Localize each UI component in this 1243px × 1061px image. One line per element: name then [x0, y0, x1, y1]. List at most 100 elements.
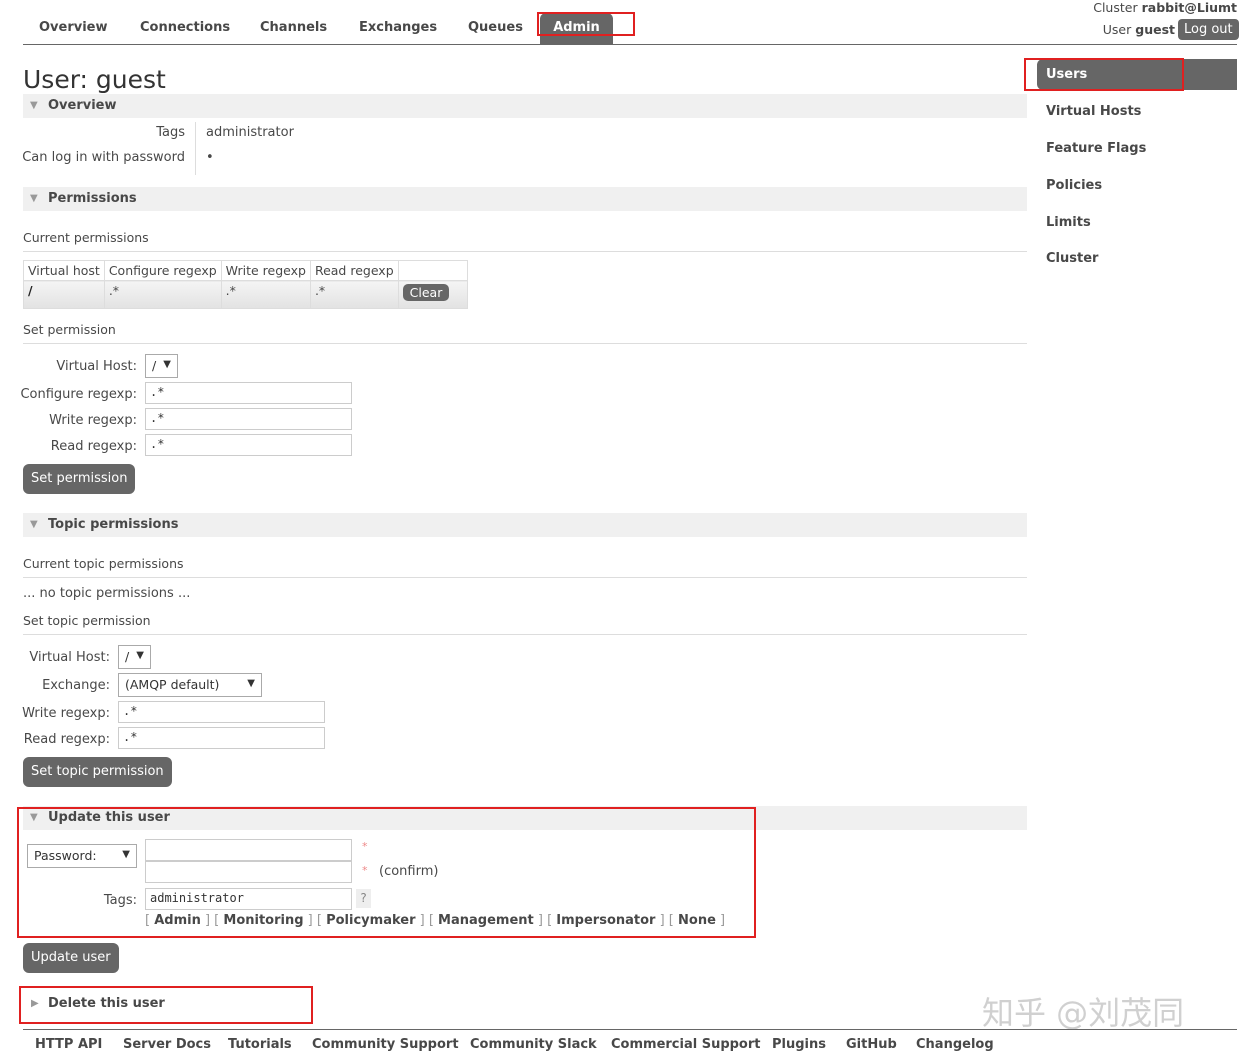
permissions-section-header[interactable]: ▼ Permissions: [23, 187, 1027, 211]
tab-queues[interactable]: Queues: [468, 20, 523, 35]
section-title: Permissions: [48, 191, 137, 206]
cell-vhost: /: [23, 280, 105, 309]
password-confirm-input[interactable]: [145, 861, 352, 883]
no-topic-permissions: ... no topic permissions ...: [23, 586, 191, 601]
watermark: 知乎 @刘茂同: [982, 994, 1185, 1032]
title-user: guest: [95, 65, 166, 94]
nav-divider: [23, 44, 1237, 45]
set-permission-button[interactable]: Set permission: [23, 464, 136, 494]
cell-write: .*: [220, 280, 311, 309]
topic-write-label: Write regexp:: [22, 706, 110, 721]
set-topic-permission-button[interactable]: Set topic permission: [23, 757, 172, 787]
password-select[interactable]: Password: ▼: [27, 844, 137, 868]
topic-vhost-select[interactable]: / ▼: [118, 645, 151, 669]
topic-section-header[interactable]: ▼ Topic permissions: [23, 513, 1027, 537]
topic-vhost-value: /: [125, 649, 130, 664]
triangle-right-icon: ▶: [31, 998, 39, 1009]
section-title: Topic permissions: [48, 517, 179, 532]
caret-down-icon: ▼: [122, 849, 130, 860]
required-mark: *: [362, 864, 368, 877]
triangle-down-icon: ▼: [30, 519, 38, 530]
write-label: Write regexp:: [49, 413, 137, 428]
col-read: Read regexp: [309, 260, 399, 281]
update-user-button[interactable]: Update user: [23, 943, 119, 973]
cluster-name: rabbit@Liumt: [1141, 0, 1237, 15]
exchange-select[interactable]: (AMQP default) ▼: [118, 673, 262, 697]
footer-http-api[interactable]: HTTP API: [35, 1037, 102, 1052]
tag-none[interactable]: None: [678, 913, 716, 928]
required-mark: *: [362, 840, 368, 853]
footer-plugins[interactable]: Plugins: [772, 1037, 826, 1052]
update-section-header[interactable]: ▼ Update this user: [23, 806, 1027, 830]
triangle-down-icon: ▼: [30, 100, 38, 111]
read-label: Read regexp:: [50, 439, 137, 454]
tags-label: Tags: [156, 125, 185, 140]
exchange-value: (AMQP default): [125, 677, 220, 692]
tags-value: administrator: [206, 125, 294, 140]
triangle-down-icon: ▼: [30, 812, 38, 823]
sidebar-item-policies[interactable]: Policies: [1046, 178, 1102, 193]
vhost-label: Virtual Host:: [56, 359, 137, 374]
configure-input[interactable]: .*: [145, 382, 352, 404]
read-input[interactable]: .*: [145, 434, 352, 456]
set-topic-heading: Set topic permission: [23, 613, 1027, 635]
tab-admin[interactable]: Admin: [540, 13, 613, 45]
tag-impersonator[interactable]: Impersonator: [556, 913, 655, 928]
help-icon[interactable]: ?: [356, 889, 371, 908]
topic-vhost-label: Virtual Host:: [29, 650, 110, 665]
exchange-label: Exchange:: [42, 678, 110, 693]
footer-github[interactable]: GitHub: [846, 1037, 897, 1052]
topic-read-label: Read regexp:: [23, 732, 110, 747]
login-value: •: [206, 150, 214, 165]
sidebar-item-cluster[interactable]: Cluster: [1046, 251, 1098, 266]
clear-button[interactable]: Clear: [402, 284, 450, 301]
tag-monitoring[interactable]: Monitoring: [223, 913, 303, 928]
tab-overview[interactable]: Overview: [39, 20, 108, 35]
topic-read-input[interactable]: .*: [118, 727, 325, 749]
write-input[interactable]: .*: [145, 408, 352, 430]
tab-channels[interactable]: Channels: [260, 20, 327, 35]
password-input[interactable]: [145, 839, 352, 861]
tab-exchanges[interactable]: Exchanges: [359, 20, 437, 35]
tag-management[interactable]: Management: [438, 913, 534, 928]
update-tags-label: Tags:: [103, 893, 137, 908]
tag-policymaker[interactable]: Policymaker: [326, 913, 415, 928]
footer-commercial-support[interactable]: Commercial Support: [611, 1037, 761, 1052]
footer-tutorials[interactable]: Tutorials: [228, 1037, 292, 1052]
triangle-down-icon: ▼: [30, 193, 38, 204]
sidebar-item-feature-flags[interactable]: Feature Flags: [1046, 141, 1146, 156]
overview-section-header[interactable]: ▼ Overview: [23, 94, 1027, 118]
user-info: User guest: [1103, 22, 1175, 37]
footer-community-support[interactable]: Community Support: [312, 1037, 459, 1052]
user-label: User: [1102, 22, 1132, 37]
delete-section-header[interactable]: ▶ Delete this user: [23, 992, 303, 1016]
password-select-value: Password:: [34, 848, 97, 863]
section-title: Delete this user: [48, 996, 165, 1011]
footer-community-slack[interactable]: Community Slack: [470, 1037, 597, 1052]
sidebar-item-virtual-hosts[interactable]: Virtual Hosts: [1046, 104, 1141, 119]
vhost-select[interactable]: / ▼: [145, 354, 178, 378]
footer-changelog[interactable]: Changelog: [916, 1037, 994, 1052]
cell-action: Clear: [397, 280, 468, 309]
cluster-label: Cluster: [1093, 0, 1138, 15]
logout-button[interactable]: Log out: [1178, 19, 1239, 40]
section-title: Overview: [48, 98, 117, 113]
caret-down-icon: ▼: [163, 359, 171, 370]
caret-down-icon: ▼: [136, 650, 144, 661]
current-permissions-heading: Current permissions: [23, 230, 1027, 252]
tag-admin[interactable]: Admin: [154, 913, 201, 928]
divider: [195, 122, 196, 175]
footer-server-docs[interactable]: Server Docs: [123, 1037, 211, 1052]
table-row: / .* .* .* Clear: [23, 280, 468, 309]
col-action: [397, 260, 468, 281]
section-title: Update this user: [48, 810, 170, 825]
set-permission-heading: Set permission: [23, 322, 1027, 344]
login-label: Can log in with password: [22, 150, 185, 165]
tab-connections[interactable]: Connections: [140, 20, 230, 35]
col-write: Write regexp: [220, 260, 311, 281]
sidebar-item-limits[interactable]: Limits: [1046, 215, 1091, 230]
sidebar-item-users[interactable]: Users: [1046, 67, 1087, 82]
cell-configure: .*: [103, 280, 222, 309]
update-tags-input[interactable]: administrator: [145, 888, 352, 910]
topic-write-input[interactable]: .*: [118, 701, 325, 723]
